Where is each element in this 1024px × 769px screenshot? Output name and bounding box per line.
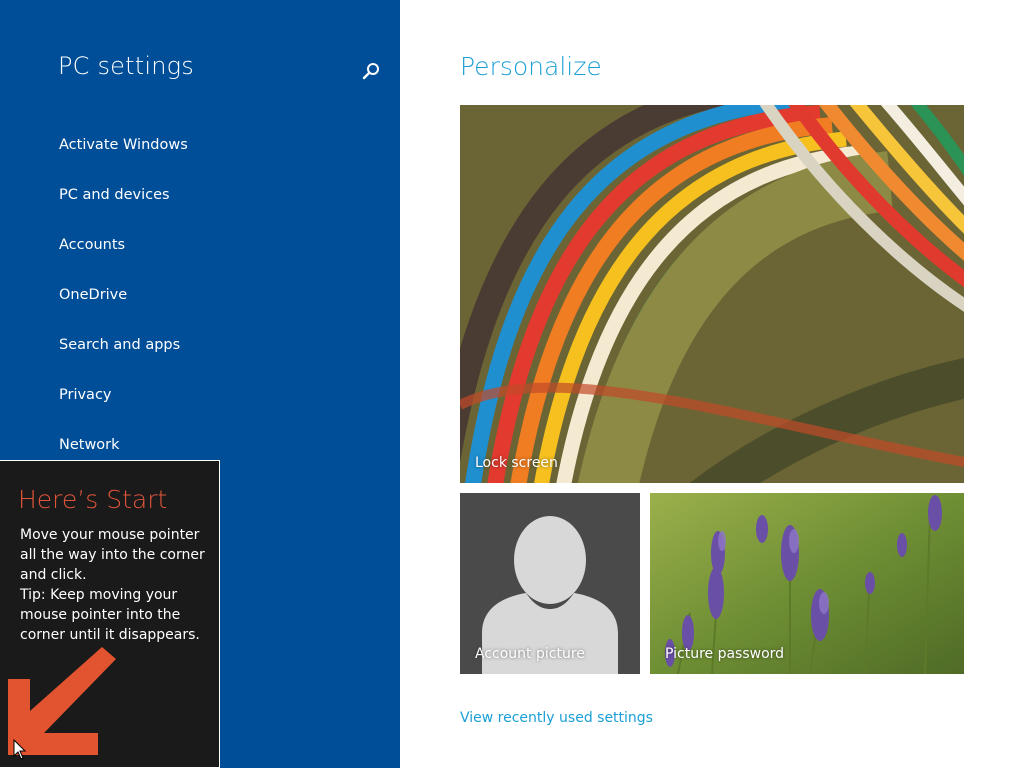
nav-item-activate-windows[interactable]: Activate Windows: [0, 120, 400, 170]
lock-screen-tile[interactable]: Lock screen: [460, 105, 964, 483]
account-picture-tile[interactable]: Account picture: [460, 493, 640, 674]
settings-nav: Activate Windows PC and devices Accounts…: [0, 120, 400, 470]
nav-item-pc-and-devices[interactable]: PC and devices: [0, 170, 400, 220]
nav-item-onedrive[interactable]: OneDrive: [0, 270, 400, 320]
tip-body: Move your mouse pointer all the way into…: [20, 527, 205, 643]
nav-item-privacy[interactable]: Privacy: [0, 370, 400, 420]
page-title: PC settings: [58, 52, 194, 80]
mouse-pointer-icon: [13, 739, 27, 760]
section-title: Personalize: [460, 52, 602, 81]
nav-item-search-and-apps[interactable]: Search and apps: [0, 320, 400, 370]
lock-screen-label: Lock screen: [475, 455, 558, 471]
picture-password-label: Picture password: [665, 646, 785, 662]
picture-password-tile[interactable]: Picture password: [650, 493, 964, 674]
tip-title: Here’s Start: [18, 485, 168, 514]
view-recent-settings-link[interactable]: View recently used settings: [460, 710, 653, 726]
lock-screen-image: [460, 105, 964, 483]
main-content: Personalize Lock screen Account picture …: [400, 0, 1024, 768]
nav-item-accounts[interactable]: Accounts: [0, 220, 400, 270]
account-picture-label: Account picture: [475, 646, 585, 662]
start-tip-popup: Here’s Start Move your mouse pointer all…: [0, 460, 220, 768]
search-icon[interactable]: [360, 60, 382, 82]
